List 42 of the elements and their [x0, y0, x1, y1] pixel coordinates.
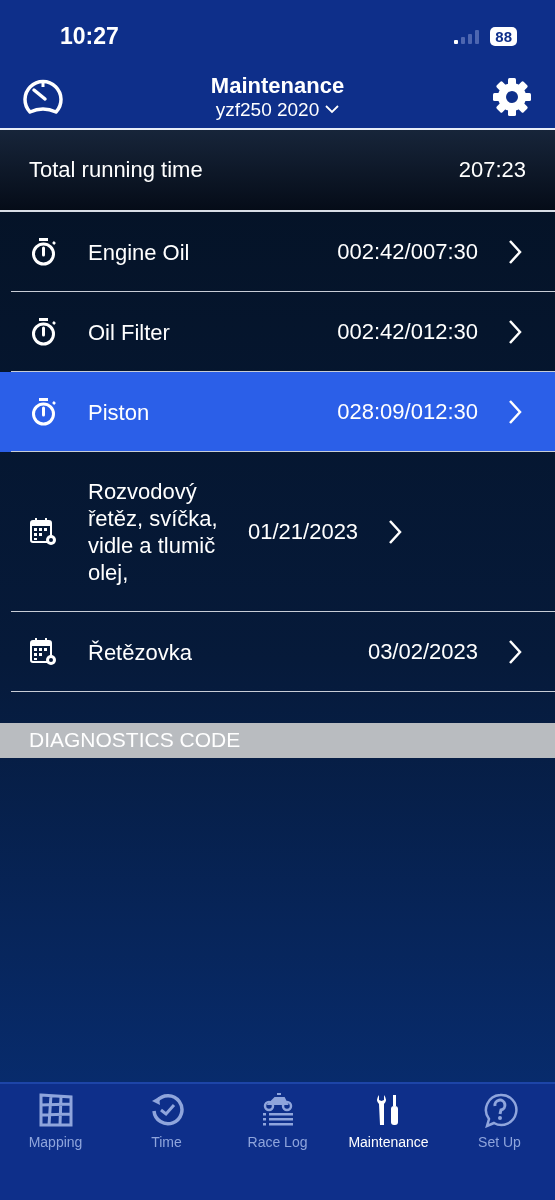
chevron-right-icon — [508, 319, 522, 345]
maintenance-item[interactable]: Řetězovka 03/02/2023 — [0, 612, 555, 692]
maintenance-item[interactable]: Engine Oil 002:42/007:30 — [0, 212, 555, 292]
item-value: 002:42/007:30 — [337, 239, 478, 265]
settings-icon[interactable] — [491, 75, 533, 118]
tab[interactable]: Maintenance — [333, 1092, 444, 1152]
total-value: 207:23 — [458, 157, 526, 183]
section-header: DIAGNOSTICS CODE — [0, 723, 555, 758]
status-time: 10:27 — [60, 23, 119, 50]
item-value: 028:09/012:30 — [337, 399, 478, 425]
tab[interactable]: Time — [111, 1092, 222, 1152]
battery-level: 88 — [490, 27, 517, 46]
item-name: Engine Oil — [88, 238, 191, 267]
stopwatch-icon — [30, 317, 58, 347]
tab[interactable]: Mapping — [0, 1092, 111, 1152]
stopwatch-icon — [30, 397, 58, 427]
tab[interactable]: Set Up — [444, 1092, 555, 1152]
item-name: Oil Filter — [88, 318, 171, 347]
calendar-gear-icon — [30, 517, 58, 547]
maintenance-item[interactable]: Oil Filter 002:42/012:30 — [0, 292, 555, 372]
maintenance-item[interactable]: Piston 028:09/012:30 — [0, 372, 555, 452]
chevron-down-icon[interactable] — [325, 105, 340, 114]
item-value: 03/02/2023 — [367, 639, 478, 665]
chevron-right-icon — [508, 239, 522, 265]
chevron-right-icon — [388, 519, 403, 545]
map-grid-icon — [37, 1092, 74, 1128]
bike-selector[interactable]: yzf250 2020 — [215, 98, 320, 121]
chevron-right-icon — [508, 639, 522, 665]
calendar-gear-icon — [30, 637, 58, 667]
screen-title: Maintenance — [210, 72, 345, 99]
maintenance-item[interactable]: Rozvodový řetěz, svíčka, vidle a tlumič olej, 01/21/2023 — [0, 452, 555, 612]
speedometer-icon[interactable] — [22, 77, 64, 116]
item-value: 002:42/012:30 — [337, 319, 478, 345]
stopwatch-icon — [30, 237, 58, 267]
item-value: 01/21/2023 — [248, 519, 359, 545]
signal-icon — [454, 29, 481, 44]
item-name: Řetězovka — [88, 638, 193, 667]
tab[interactable]: Race Log — [222, 1092, 333, 1152]
total-label: Total running time — [29, 157, 203, 183]
item-name: Piston — [88, 398, 151, 427]
chevron-right-icon — [508, 399, 522, 425]
item-name: Rozvodový řetěz, svíčka, vidle a tlumič olej, — [88, 478, 219, 587]
